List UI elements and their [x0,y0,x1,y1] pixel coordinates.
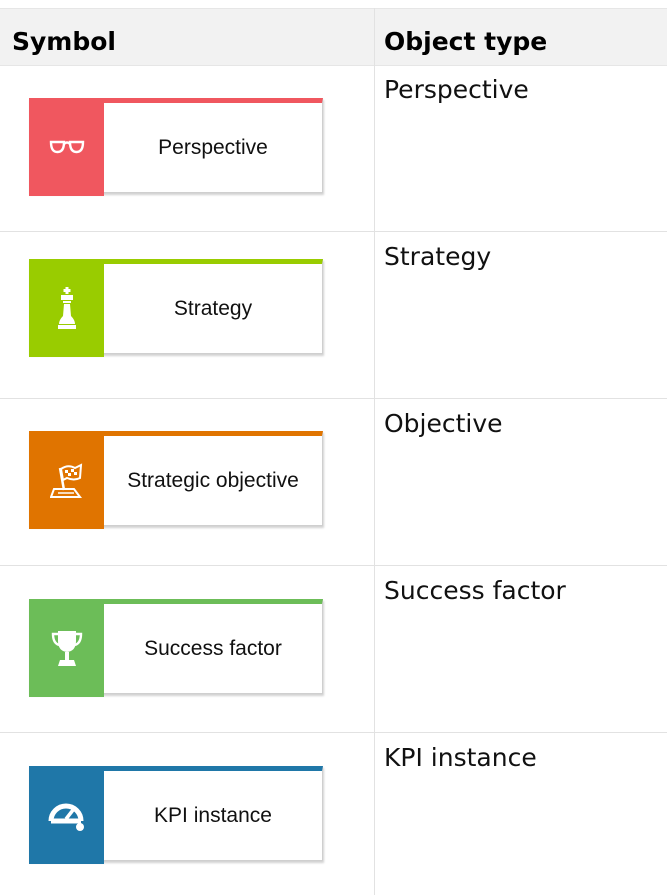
object-type-cell: Objective [384,409,503,438]
symbol-tab [29,259,104,357]
table-row: Strategic objective Objective [0,399,667,566]
symbol-tab [29,766,104,864]
object-type-cell: Strategy [384,242,492,271]
symbol-tab [29,599,104,697]
trophy-icon [51,628,83,668]
symbol-label: KPI instance [154,803,272,827]
kpi-instance-symbol: KPI instance [29,766,323,864]
table-row: Strategy Strategy [0,232,667,399]
table-row: Perspective Perspective [0,65,667,232]
column-divider [374,8,375,895]
object-type-cell: Perspective [384,75,529,104]
chess-piece-icon [56,286,78,330]
gauge-icon [47,797,87,833]
table-row: Success factor Success factor [0,566,667,733]
symbol-label: Strategy [173,296,253,320]
strategy-symbol: Strategy [29,259,323,357]
symbol-label: Success factor [144,636,282,660]
success-factor-symbol: Success factor [29,599,323,697]
symbol-tab [29,431,104,529]
object-type-cell: Success factor [384,576,566,605]
table-header: Symbol Object type [0,8,667,66]
symbol-label: Perspective [158,135,268,159]
flag-icon [49,462,84,498]
glasses-icon [49,137,85,157]
table-row: KPI instance KPI instance [0,733,667,895]
header-object-type: Object type [384,27,548,56]
symbol-label: Strategic objective [127,468,299,492]
strategic-objective-symbol: Strategic objective [29,431,323,529]
perspective-symbol: Perspective [29,98,323,196]
symbol-tab [29,98,104,196]
header-symbol: Symbol [12,27,116,56]
object-type-cell: KPI instance [384,743,537,772]
